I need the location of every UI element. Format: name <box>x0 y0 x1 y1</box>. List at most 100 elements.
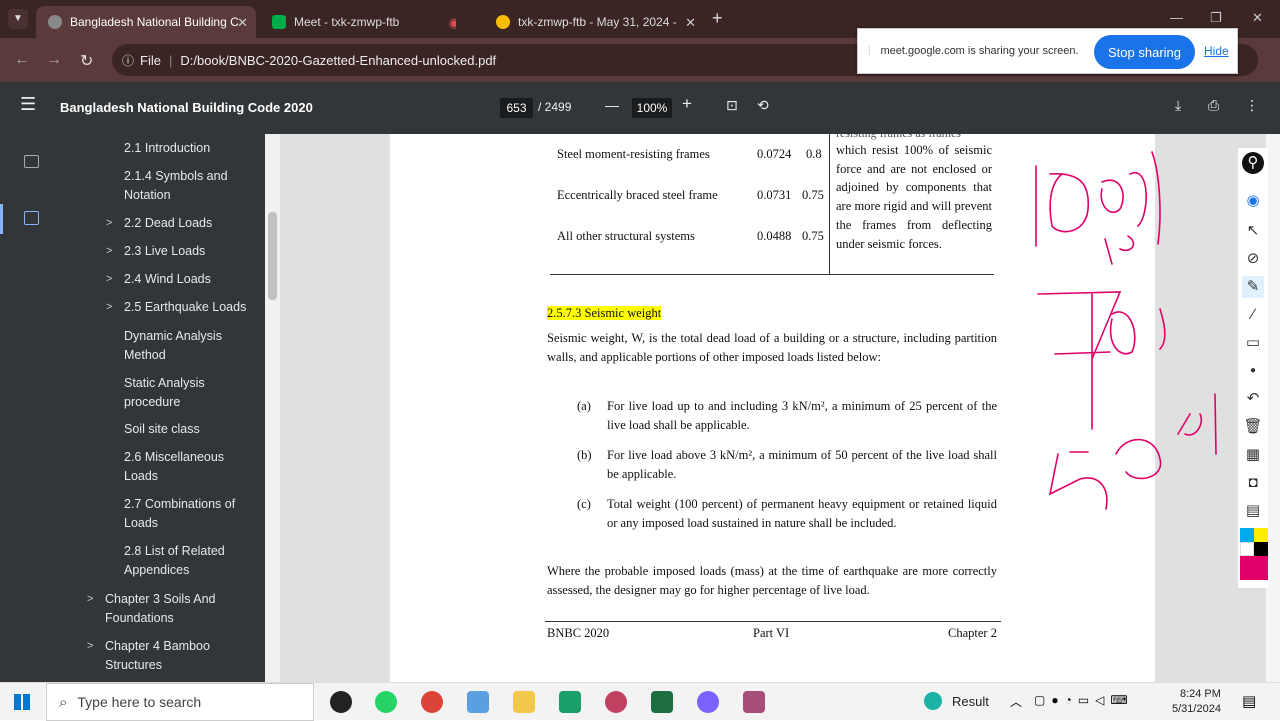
page-number-input[interactable]: 653 <box>500 98 533 118</box>
tray-icons[interactable]: ▢●◔▭◁⌨ <box>1034 693 1134 707</box>
print-icon[interactable]: ⎙ <box>1208 97 1219 114</box>
restore-icon[interactable]: ❐ <box>1210 10 1222 26</box>
download-icon[interactable]: ⤓ <box>1175 97 1181 114</box>
tab-bnbc[interactable]: Bangladesh National Building C ✕ <box>36 6 256 38</box>
chevron-right-icon[interactable]: > <box>87 637 93 656</box>
close-window-icon[interactable]: ✕ <box>1252 10 1263 26</box>
tab-calendar[interactable]: txk-zmwp-ftb - May 31, 2024 - ✕ <box>484 6 704 38</box>
app-icon[interactable] <box>743 691 765 713</box>
outline-item[interactable]: >2.2 Dead Loads <box>106 214 212 233</box>
color-magenta-swatch[interactable] <box>1240 556 1268 580</box>
new-tab-icon[interactable]: + <box>712 8 723 29</box>
chevron-right-icon[interactable]: > <box>106 298 112 317</box>
cursor-icon[interactable]: ↖ <box>1242 220 1264 242</box>
fit-page-icon[interactable]: ⊡ <box>726 97 738 114</box>
outline-item[interactable]: > Chapter 4 Bamboo Structures <box>87 637 235 675</box>
chevron-right-icon[interactable]: > <box>87 590 93 609</box>
taskbar: ⌕ Type here to search Result ︿ ▢●◔▭◁⌨ 8:… <box>0 682 1280 721</box>
notifications-icon[interactable]: ▤ <box>1242 692 1256 710</box>
color-white-swatch[interactable] <box>1240 542 1254 556</box>
drag-handle-icon[interactable]: ⦙ <box>868 45 870 58</box>
close-tab-icon[interactable]: ◉ <box>449 15 456 31</box>
stop-sharing-button[interactable]: Stop sharing <box>1094 35 1195 69</box>
tray-chevron-icon[interactable]: ︿ <box>1010 693 1022 710</box>
chevron-right-icon[interactable]: > <box>106 214 112 233</box>
close-tab-icon[interactable]: ✕ <box>685 15 696 31</box>
outline-item[interactable]: Static Analysis procedure <box>124 374 224 412</box>
more-options-icon[interactable]: ⋮ <box>1245 97 1259 114</box>
viewer-scrollbar[interactable] <box>1266 134 1280 682</box>
info-icon[interactable]: ⓘ <box>122 52 134 69</box>
pin-icon[interactable]: ⚲ <box>1242 152 1264 174</box>
forward-icon[interactable]: → <box>46 51 62 69</box>
undo-icon[interactable]: ↶ <box>1242 388 1264 410</box>
ink-stroke <box>1054 351 1111 355</box>
color-yellow-swatch[interactable] <box>1254 528 1268 542</box>
ink-stroke <box>1049 173 1090 233</box>
app-icon[interactable] <box>467 691 489 713</box>
outline-item[interactable]: 2.7 Combinations of Loads <box>124 495 244 533</box>
back-icon[interactable]: ← <box>14 51 30 69</box>
outline-item[interactable]: >2.4 Wind Loads <box>106 270 211 289</box>
outline-item[interactable]: > Chapter 3 Soils And Foundations <box>87 590 235 628</box>
outline-item[interactable]: 2.8 List of Related Appendices <box>124 542 234 580</box>
color-cyan-swatch[interactable] <box>1240 528 1254 542</box>
taskbar-search[interactable]: ⌕ Type here to search <box>46 683 314 721</box>
outline-item[interactable]: >2.3 Live Loads <box>106 242 205 261</box>
pen-icon[interactable]: ∕ <box>1242 304 1264 326</box>
color-black-swatch[interactable] <box>1254 542 1268 556</box>
app-icon[interactable] <box>330 691 352 713</box>
chevron-right-icon[interactable]: > <box>106 242 112 261</box>
search-icon: ⌕ <box>59 693 68 711</box>
outline-item[interactable]: 2.6 Miscellaneous Loads <box>124 448 234 486</box>
windows-start-icon[interactable] <box>14 694 30 710</box>
board-icon[interactable]: ▦ <box>1242 444 1264 466</box>
eraser-icon[interactable]: ▭ <box>1242 332 1264 354</box>
eye-icon[interactable]: ◉ <box>1242 190 1264 212</box>
menu-icon[interactable]: ☰ <box>20 94 36 115</box>
outline-item[interactable]: Dynamic Analysis Method <box>124 327 234 365</box>
no-touch-icon[interactable]: ⊘ <box>1242 248 1264 270</box>
weather-icon[interactable] <box>924 692 942 710</box>
delete-icon[interactable]: 🗑 <box>1242 416 1264 438</box>
whatsapp-icon[interactable] <box>375 691 397 713</box>
share-message: meet.google.com is sharing your screen. <box>880 45 1079 57</box>
clipboard-icon[interactable]: ▤ <box>1242 500 1264 522</box>
page-total: / 2499 <box>538 100 572 114</box>
excel-icon[interactable] <box>651 691 673 713</box>
outline-scroll-thumb[interactable] <box>268 212 277 300</box>
zoom-in-icon[interactable]: + <box>682 94 692 114</box>
outline-item[interactable]: 2.1.4 Symbols and Notation <box>124 167 244 205</box>
document-title: Bangladesh National Building Code 2020 <box>60 100 313 115</box>
close-tab-icon[interactable]: ✕ <box>237 15 248 31</box>
zoom-input[interactable]: 100% <box>632 98 672 118</box>
app-icon[interactable] <box>559 691 581 713</box>
minimize-icon[interactable]: — <box>1170 10 1183 25</box>
clock-time: 8:24 PM <box>1179 688 1221 700</box>
rotate-icon[interactable]: ⟲ <box>757 97 769 114</box>
camera-icon[interactable]: ◘ <box>1242 472 1264 494</box>
app-icon[interactable] <box>605 691 627 713</box>
outline-item[interactable]: Soil site class <box>124 420 200 439</box>
hide-link[interactable]: Hide <box>1204 44 1229 58</box>
chevron-right-icon[interactable]: > <box>106 270 112 289</box>
tab-meet[interactable]: Meet - txk-zmwp-ftb ◉ <box>260 6 456 38</box>
highlighter-icon[interactable]: ✎ <box>1242 276 1264 298</box>
outline-item[interactable]: >2.5 Earthquake Loads <box>106 298 246 317</box>
weather-label[interactable]: Result <box>952 694 989 709</box>
clock[interactable]: 8:24 PM 5/31/2024 <box>1172 687 1221 717</box>
url-text: D:/book/BNBC-2020-Gazetted-Enhanced-unlo… <box>180 52 497 68</box>
reload-icon[interactable]: ↻ <box>80 51 93 71</box>
app-icon[interactable] <box>697 691 719 713</box>
thumbnails-icon[interactable] <box>24 155 39 168</box>
sidebar-mode-strip <box>0 134 64 682</box>
outline-item[interactable]: 2.1 Introduction <box>124 139 210 158</box>
zoom-out-icon[interactable]: — <box>605 97 619 113</box>
file-explorer-icon[interactable] <box>513 691 535 713</box>
chrome-icon[interactable] <box>421 691 443 713</box>
tab-title: Meet - txk-zmwp-ftb <box>294 15 400 29</box>
search-placeholder: Type here to search <box>77 694 202 710</box>
dot-size-icon[interactable]: ● <box>1242 360 1264 382</box>
outline-icon[interactable] <box>24 211 39 225</box>
tab-search-chevron-icon[interactable]: ▼ <box>8 9 28 29</box>
